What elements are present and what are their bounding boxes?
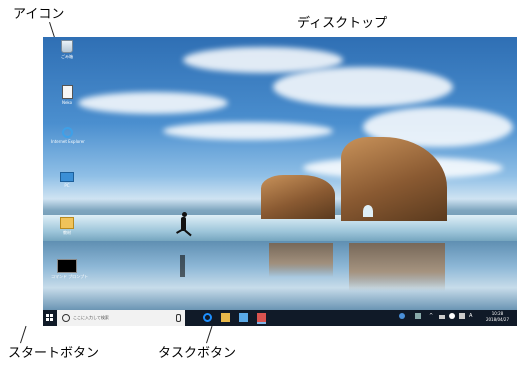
desktop-icon-folder[interactable]: 教材 <box>51 217 83 235</box>
windows-logo-icon <box>50 318 53 321</box>
desktop-icon-recycle-bin[interactable]: ごみ箱 <box>51 40 83 59</box>
command-prompt-icon <box>57 259 77 273</box>
cloud <box>273 67 453 107</box>
callout-task-button: タスクボタン <box>158 346 237 361</box>
user-folder-icon <box>61 85 73 99</box>
desktop-icon-label: コマンド プロンプト <box>51 274 89 279</box>
rock-reflection <box>269 243 333 277</box>
cortana-icon <box>62 314 70 322</box>
desktop-icon-label: ごみ箱 <box>61 54 73 59</box>
windows-logo-icon <box>50 314 53 317</box>
windows-logo-icon <box>46 318 49 321</box>
chrome-tray-icon[interactable] <box>399 313 405 319</box>
recycle-bin-icon <box>61 40 73 53</box>
desktop-icon-label: 教材 <box>63 230 71 235</box>
leader-task <box>206 325 213 344</box>
desktop-icon-label: PC <box>64 183 70 188</box>
start-button[interactable] <box>43 310 57 326</box>
store-icon[interactable] <box>239 313 248 322</box>
desktop-icon-label: Internet Explorer <box>51 139 85 144</box>
chevron-up-icon[interactable]: ^ <box>429 313 435 319</box>
file-explorer-icon[interactable] <box>221 313 230 322</box>
app-icon[interactable] <box>257 313 266 324</box>
desktop-icon-label: Neko <box>61 100 73 105</box>
internet-explorer-icon <box>61 127 73 138</box>
desktop-icon-pc[interactable]: PC <box>51 172 83 188</box>
network-tray-icon[interactable] <box>415 313 421 319</box>
clock-date: 2018/04/27 <box>485 317 509 322</box>
edge-icon[interactable] <box>203 313 212 322</box>
callout-icon: アイコン <box>13 7 65 22</box>
folder-icon <box>60 217 74 229</box>
microphone-icon[interactable] <box>176 314 181 322</box>
cloud-icon[interactable] <box>449 313 455 319</box>
rock-small <box>261 175 335 219</box>
runner-reflection <box>180 255 185 277</box>
rock-reflection <box>349 243 445 291</box>
desktop-icon-command-prompt[interactable]: コマンド プロンプト <box>51 259 89 279</box>
taskbar-clock[interactable]: 10:28 2018/04/27 <box>486 311 509 323</box>
callout-desktop: ディスクトップ <box>297 16 388 31</box>
cloud <box>78 92 228 114</box>
pc-icon <box>60 172 74 182</box>
ime-indicator[interactable]: A <box>469 313 475 319</box>
runner-head <box>182 212 187 217</box>
rock-arch-hole <box>363 205 373 217</box>
search-placeholder: ここに入力して検索 <box>73 315 109 320</box>
desktop-icon-user-folder[interactable]: Neko <box>51 85 83 105</box>
desktop-screen[interactable]: ごみ箱 Neko Internet Explorer PC 教材 コマンド プロ… <box>43 37 517 326</box>
battery-icon[interactable] <box>439 315 445 319</box>
taskbar: ここに入力して検索 ^ A 10:28 2018/04/27 <box>43 310 517 326</box>
windows-logo-icon <box>46 314 49 317</box>
volume-icon[interactable] <box>459 313 465 319</box>
leader-start <box>20 325 27 344</box>
cloud <box>163 122 333 140</box>
desktop-icon-internet-explorer[interactable]: Internet Explorer <box>51 127 85 144</box>
search-box[interactable]: ここに入力して検索 <box>57 310 185 326</box>
rock-arch <box>341 137 447 221</box>
callout-start-button: スタートボタン <box>8 346 100 361</box>
